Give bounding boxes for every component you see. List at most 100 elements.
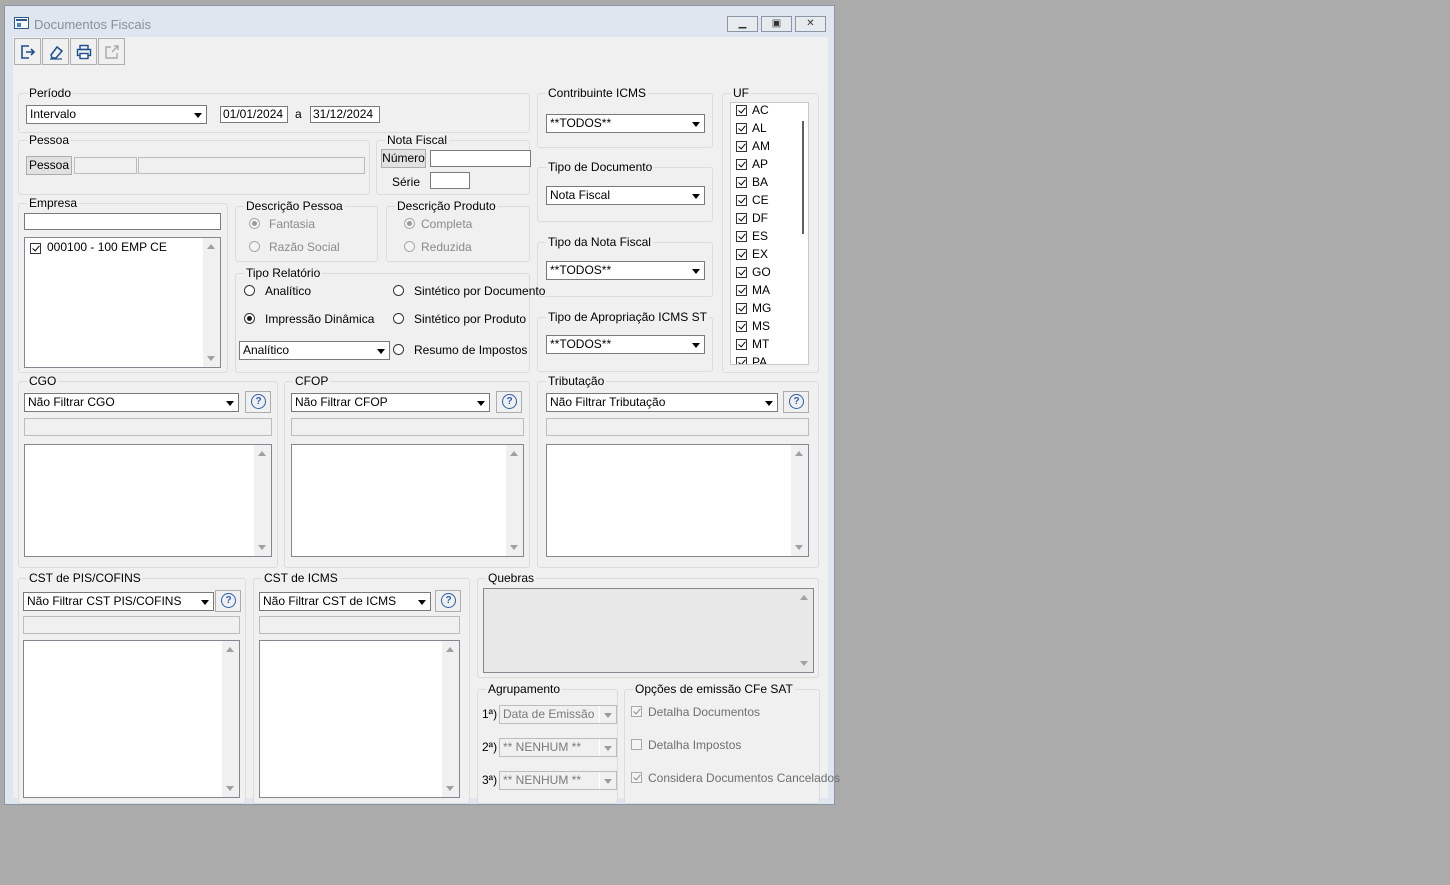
agrupamento-2-select[interactable]: ** NENHUM ** [499,738,617,757]
scroll-up-icon[interactable] [800,595,808,600]
pessoa-code-input[interactable] [74,157,137,174]
empresa-item-label[interactable]: 000100 - 100 EMP CE [47,240,167,254]
scroll-up-icon[interactable] [207,244,215,249]
uf-item-checkbox[interactable] [736,267,747,278]
tributacao-scrollbar[interactable] [791,445,808,556]
uf-item-checkbox[interactable] [736,123,747,134]
cgo-filter-input[interactable] [24,418,272,436]
export-button[interactable] [98,38,125,65]
cgo-list[interactable] [24,444,272,557]
cfop-scrollbar[interactable] [506,445,523,556]
cgo-help-button[interactable] [245,391,271,413]
contribuinte-select[interactable]: **TODOS** [546,114,705,133]
tributacao-filter-input[interactable] [546,418,809,436]
scroll-up-icon[interactable] [446,647,454,652]
numero-input[interactable] [430,150,531,167]
uf-scrollbar[interactable] [798,103,808,364]
considera-cancelados-checkbox[interactable] [631,772,642,783]
tributacao-list[interactable] [546,444,809,557]
scroll-down-icon[interactable] [226,786,234,791]
title-bar[interactable]: Documentos Fiscais ▁ ▣ ✕ [5,6,834,38]
cst-pis-list[interactable] [23,640,240,798]
scroll-up-icon[interactable] [510,451,518,456]
tipo-relatorio-select[interactable]: Analítico [239,341,390,360]
cfop-list[interactable] [291,444,524,557]
date-to-input[interactable]: 31/12/2024 [310,106,380,123]
empresa-scrollbar[interactable] [203,238,220,367]
tributacao-select[interactable]: Não Filtrar Tributação [546,393,778,412]
uf-item-checkbox[interactable] [736,303,747,314]
exit-button[interactable] [14,38,41,65]
cgo-scrollbar[interactable] [254,445,271,556]
uf-item-checkbox[interactable] [736,285,747,296]
uf-item-checkbox[interactable] [736,159,747,170]
uf-list[interactable]: AC AL AM AP BA CE DF ES EX GO MA MG MS MT PA [730,102,809,365]
scroll-down-icon[interactable] [207,356,215,361]
cst-icms-select[interactable]: Não Filtrar CST de ICMS [259,592,431,611]
cst-icms-help-button[interactable] [435,590,461,612]
periodo-mode-select[interactable]: Intervalo [26,105,207,124]
impressao-dinamica-radio[interactable] [244,313,255,324]
minimize-button[interactable]: ▁ [727,16,758,32]
razao-social-radio[interactable] [249,241,260,252]
analitico-radio[interactable] [244,285,255,296]
print-button[interactable] [70,38,97,65]
pessoa-name-input[interactable] [138,157,365,174]
cst-pis-select[interactable]: Não Filtrar CST PIS/COFINS [23,592,214,611]
detalha-impostos-checkbox[interactable] [631,739,642,750]
fantasia-radio[interactable] [249,218,260,229]
scroll-up-icon[interactable] [258,451,266,456]
numero-button[interactable]: Número [381,149,426,168]
cst-icms-filter-input[interactable] [259,616,460,634]
cst-pis-filter-input[interactable] [23,616,240,634]
uf-item-checkbox[interactable] [736,357,747,364]
reduzida-radio[interactable] [404,241,415,252]
quebras-list[interactable] [483,588,814,673]
tipo-nota-select[interactable]: **TODOS** [546,261,705,280]
uf-item-checkbox[interactable] [736,177,747,188]
scroll-up-icon[interactable] [226,647,234,652]
uf-item-checkbox[interactable] [736,231,747,242]
tributacao-help-button[interactable] [783,391,809,413]
cst-icms-scrollbar[interactable] [442,641,459,797]
close-button[interactable]: ✕ [795,16,826,32]
tipo-apropriacao-select[interactable]: **TODOS** [546,335,705,354]
detalha-documentos-checkbox[interactable] [631,706,642,717]
restore-button[interactable]: ▣ [761,16,792,32]
date-from-input[interactable]: 01/01/2024 [220,106,288,123]
scroll-down-icon[interactable] [800,661,808,666]
uf-item-checkbox[interactable] [736,195,747,206]
uf-item-checkbox[interactable] [736,213,747,224]
empresa-list[interactable]: 000100 - 100 EMP CE [24,237,221,368]
completa-radio[interactable] [404,218,415,229]
uf-item-checkbox[interactable] [736,339,747,350]
scroll-down-icon[interactable] [258,545,266,550]
cst-icms-list[interactable] [259,640,460,798]
tipo-documento-select[interactable]: Nota Fiscal [546,186,705,205]
uf-item-checkbox[interactable] [736,321,747,332]
cst-pis-scrollbar[interactable] [222,641,239,797]
clear-button[interactable] [42,38,69,65]
sintetico-documento-radio[interactable] [393,285,404,296]
cfop-filter-input[interactable] [291,418,524,436]
cgo-select[interactable]: Não Filtrar CGO [24,393,239,412]
scroll-up-icon[interactable] [795,451,803,456]
uf-item-checkbox[interactable] [736,105,747,116]
serie-input[interactable] [430,172,470,189]
agrupamento-3-select[interactable]: ** NENHUM ** [499,771,617,790]
scroll-down-icon[interactable] [446,786,454,791]
scroll-down-icon[interactable] [510,545,518,550]
sintetico-produto-radio[interactable] [393,313,404,324]
pessoa-button[interactable]: Pessoa [26,156,72,175]
cfop-select[interactable]: Não Filtrar CFOP [291,393,490,412]
agrupamento-1-select[interactable]: Data de Emissão [499,705,617,724]
empresa-item-checkbox[interactable] [30,243,41,254]
cfop-help-button[interactable] [496,391,522,413]
uf-item-checkbox[interactable] [736,141,747,152]
uf-item-checkbox[interactable] [736,249,747,260]
resumo-impostos-radio[interactable] [393,344,404,355]
uf-scroll-thumb[interactable] [802,121,804,234]
empresa-search-input[interactable] [24,213,221,230]
scroll-down-icon[interactable] [795,545,803,550]
quebras-scrollbar[interactable] [796,589,813,672]
